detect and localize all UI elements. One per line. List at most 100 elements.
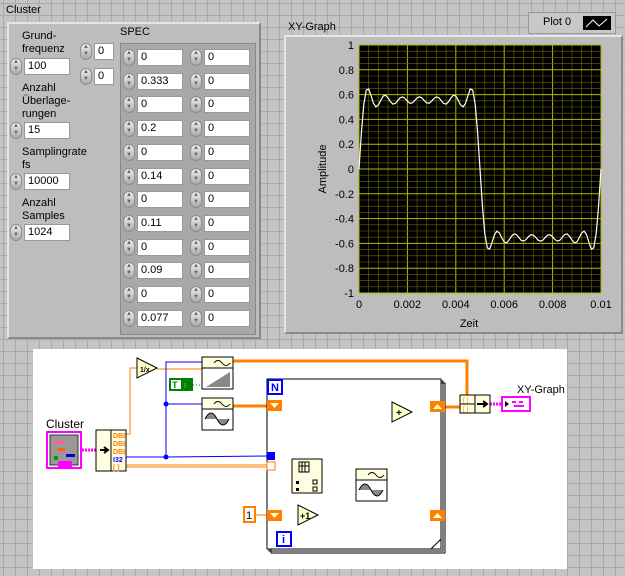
spinner-icon[interactable]: ▲ ▼ — [123, 214, 135, 232]
spinner-icon[interactable]: ▲ ▼ — [10, 122, 22, 139]
spec-cell[interactable]: ▲ ▼ 0 — [123, 238, 183, 256]
spec-input[interactable]: 0 — [204, 262, 250, 280]
grundfrequenz-control[interactable]: ▲ ▼ 100 — [10, 58, 70, 75]
spinner-icon[interactable]: ▲ ▼ — [190, 262, 202, 280]
plot-legend[interactable]: Plot 0 — [528, 12, 616, 34]
shift-register-left[interactable] — [267, 510, 282, 521]
unbundle-output[interactable]: [ ] — [113, 465, 120, 472]
xy-graph-terminal[interactable] — [501, 396, 531, 412]
unbundle-output[interactable]: DBL — [113, 449, 128, 456]
spec-input[interactable]: 0.2 — [137, 120, 183, 138]
spinner-icon[interactable]: ▲ ▼ — [123, 286, 135, 303]
spinner-icon[interactable]: ▲ ▼ — [190, 167, 202, 185]
spec-input[interactable]: 0.333 — [137, 72, 183, 90]
array-tunnel[interactable] — [266, 461, 276, 471]
unbundle-output[interactable]: DBL — [113, 441, 128, 448]
spinner-icon[interactable]: ▲ ▼ — [10, 224, 22, 241]
spec-input[interactable]: 0 — [137, 49, 183, 66]
samples-control[interactable]: ▲ ▼ 1024 — [10, 224, 70, 241]
spinner-icon[interactable]: ▲ ▼ — [123, 238, 135, 256]
spec-input[interactable]: 0 — [137, 96, 183, 114]
spec-cell[interactable]: ▲ ▼ 0 — [190, 120, 250, 138]
spec-input[interactable]: 0 — [137, 191, 183, 209]
spinner-icon[interactable]: ▲ ▼ — [123, 167, 135, 185]
ramp-pattern-node[interactable] — [201, 356, 234, 390]
spec-cell[interactable]: ▲ ▼ 0 — [123, 286, 183, 303]
spinner-icon[interactable]: ▲ ▼ — [123, 72, 135, 90]
spec-input[interactable]: 0 — [204, 49, 250, 66]
index-input[interactable]: 0 — [94, 68, 114, 85]
spec-cell[interactable]: ▲ ▼ 0 — [190, 96, 250, 114]
spec-input[interactable]: 0 — [137, 238, 183, 256]
spec-cell[interactable]: ▲ ▼ 0 — [190, 72, 250, 90]
spec-cell[interactable]: ▲ ▼ 0 — [123, 49, 183, 66]
spec-input[interactable]: 0 — [204, 238, 250, 256]
spec-input[interactable]: 0 — [204, 143, 250, 161]
spinner-icon[interactable]: ▲ ▼ — [190, 49, 202, 66]
unbundle-by-name-node[interactable]: DBLDBLDBLI32[ ] — [95, 429, 128, 472]
spinner-icon[interactable]: ▲ ▼ — [10, 58, 22, 75]
spec-input[interactable]: 0 — [204, 214, 250, 232]
wire-dbl[interactable] — [126, 367, 137, 435]
spinner-icon[interactable]: ▲ ▼ — [123, 143, 135, 161]
spec-cell[interactable]: ▲ ▼ 0 — [190, 286, 250, 303]
spec-cell[interactable]: ▲ ▼ 0 — [190, 238, 250, 256]
spinner-icon[interactable]: ▲ ▼ — [190, 191, 202, 209]
spec-input[interactable]: 0 — [137, 286, 183, 303]
ueberlagerungen-control[interactable]: ▲ ▼ 15 — [10, 122, 70, 139]
spinner-icon[interactable]: ▲ ▼ — [190, 309, 202, 327]
spec-input[interactable]: 0 — [204, 72, 250, 90]
spec-cell[interactable]: ▲ ▼ 0.11 — [123, 214, 183, 232]
spinner-icon[interactable]: ▲ ▼ — [80, 68, 92, 85]
spinner-icon[interactable]: ▲ ▼ — [190, 286, 202, 303]
spec-cell[interactable]: ▲ ▼ 0.077 — [123, 309, 183, 327]
spec-cell[interactable]: ▲ ▼ 0 — [190, 309, 250, 327]
index-input[interactable]: 0 — [94, 43, 114, 60]
sine-waveform-node-inner[interactable] — [355, 468, 388, 502]
spinner-icon[interactable]: ▲ ▼ — [123, 191, 135, 209]
spec-input[interactable]: 0.09 — [137, 262, 183, 280]
spinner-icon[interactable]: ▲ ▼ — [123, 96, 135, 114]
boolean-true-constant[interactable]: T ⁝ — [169, 378, 193, 391]
loop-count-terminal[interactable]: N — [267, 379, 283, 395]
spinner-icon[interactable]: ▲ ▼ — [123, 262, 135, 280]
unbundle-output[interactable]: DBL — [113, 433, 128, 440]
spec-cell[interactable]: ▲ ▼ 0.2 — [123, 120, 183, 138]
spinner-icon[interactable]: ▲ ▼ — [80, 43, 92, 60]
spinner-icon[interactable]: ▲ ▼ — [123, 49, 135, 66]
spec-input[interactable]: 0 — [204, 286, 250, 303]
spec-cell[interactable]: ▲ ▼ 0 — [190, 167, 250, 185]
samplingrate-control[interactable]: ▲ ▼ 10000 — [10, 173, 70, 190]
spec-cell[interactable]: ▲ ▼ 0 — [123, 191, 183, 209]
spec-cell[interactable]: ▲ ▼ 0 — [123, 96, 183, 114]
spec-cell[interactable]: ▲ ▼ 0 — [123, 143, 183, 161]
spec-cell[interactable]: ▲ ▼ 0 — [190, 143, 250, 161]
shift-register-right[interactable] — [430, 510, 445, 521]
spec-cell[interactable]: ▲ ▼ 0 — [190, 262, 250, 280]
grundfrequenz-input[interactable]: 100 — [24, 58, 70, 75]
spinner-icon[interactable]: ▲ ▼ — [190, 214, 202, 232]
spec-input[interactable]: 0 — [137, 143, 183, 161]
samplingrate-input[interactable]: 10000 — [24, 173, 70, 190]
ueberlagerungen-input[interactable]: 15 — [24, 122, 70, 139]
spinner-icon[interactable]: ▲ ▼ — [190, 72, 202, 90]
reciprocal-node[interactable]: 1/x — [136, 357, 159, 379]
spec-input[interactable]: 0.077 — [137, 309, 183, 327]
spec-cell[interactable]: ▲ ▼ 0 — [190, 191, 250, 209]
array-index-1[interactable]: ▲ ▼ 0 — [80, 68, 114, 85]
spec-cell[interactable]: ▲ ▼ 0 — [190, 49, 250, 66]
spinner-icon[interactable]: ▲ ▼ — [190, 96, 202, 114]
spec-cell[interactable]: ▲ ▼ 0.14 — [123, 167, 183, 185]
spec-input[interactable]: 0.11 — [137, 214, 183, 232]
index-array-node[interactable] — [291, 458, 323, 494]
numeric-constant-1[interactable]: 1 — [243, 506, 256, 523]
bundle-node[interactable]: [ ] [ ] — [459, 394, 491, 414]
spinner-icon[interactable]: ▲ ▼ — [123, 309, 135, 327]
spec-cell[interactable]: ▲ ▼ 0 — [190, 214, 250, 232]
spinner-icon[interactable]: ▲ ▼ — [190, 238, 202, 256]
array-index-0[interactable]: ▲ ▼ 0 — [80, 43, 114, 60]
spec-input[interactable]: 0 — [204, 120, 250, 138]
xy-graph[interactable]: 10.80.60.40.20-0.2-0.4-0.6-0.8-10 0.002 0.… — [284, 35, 623, 334]
sine-waveform-node[interactable] — [201, 397, 234, 431]
cluster-terminal[interactable] — [46, 431, 82, 469]
